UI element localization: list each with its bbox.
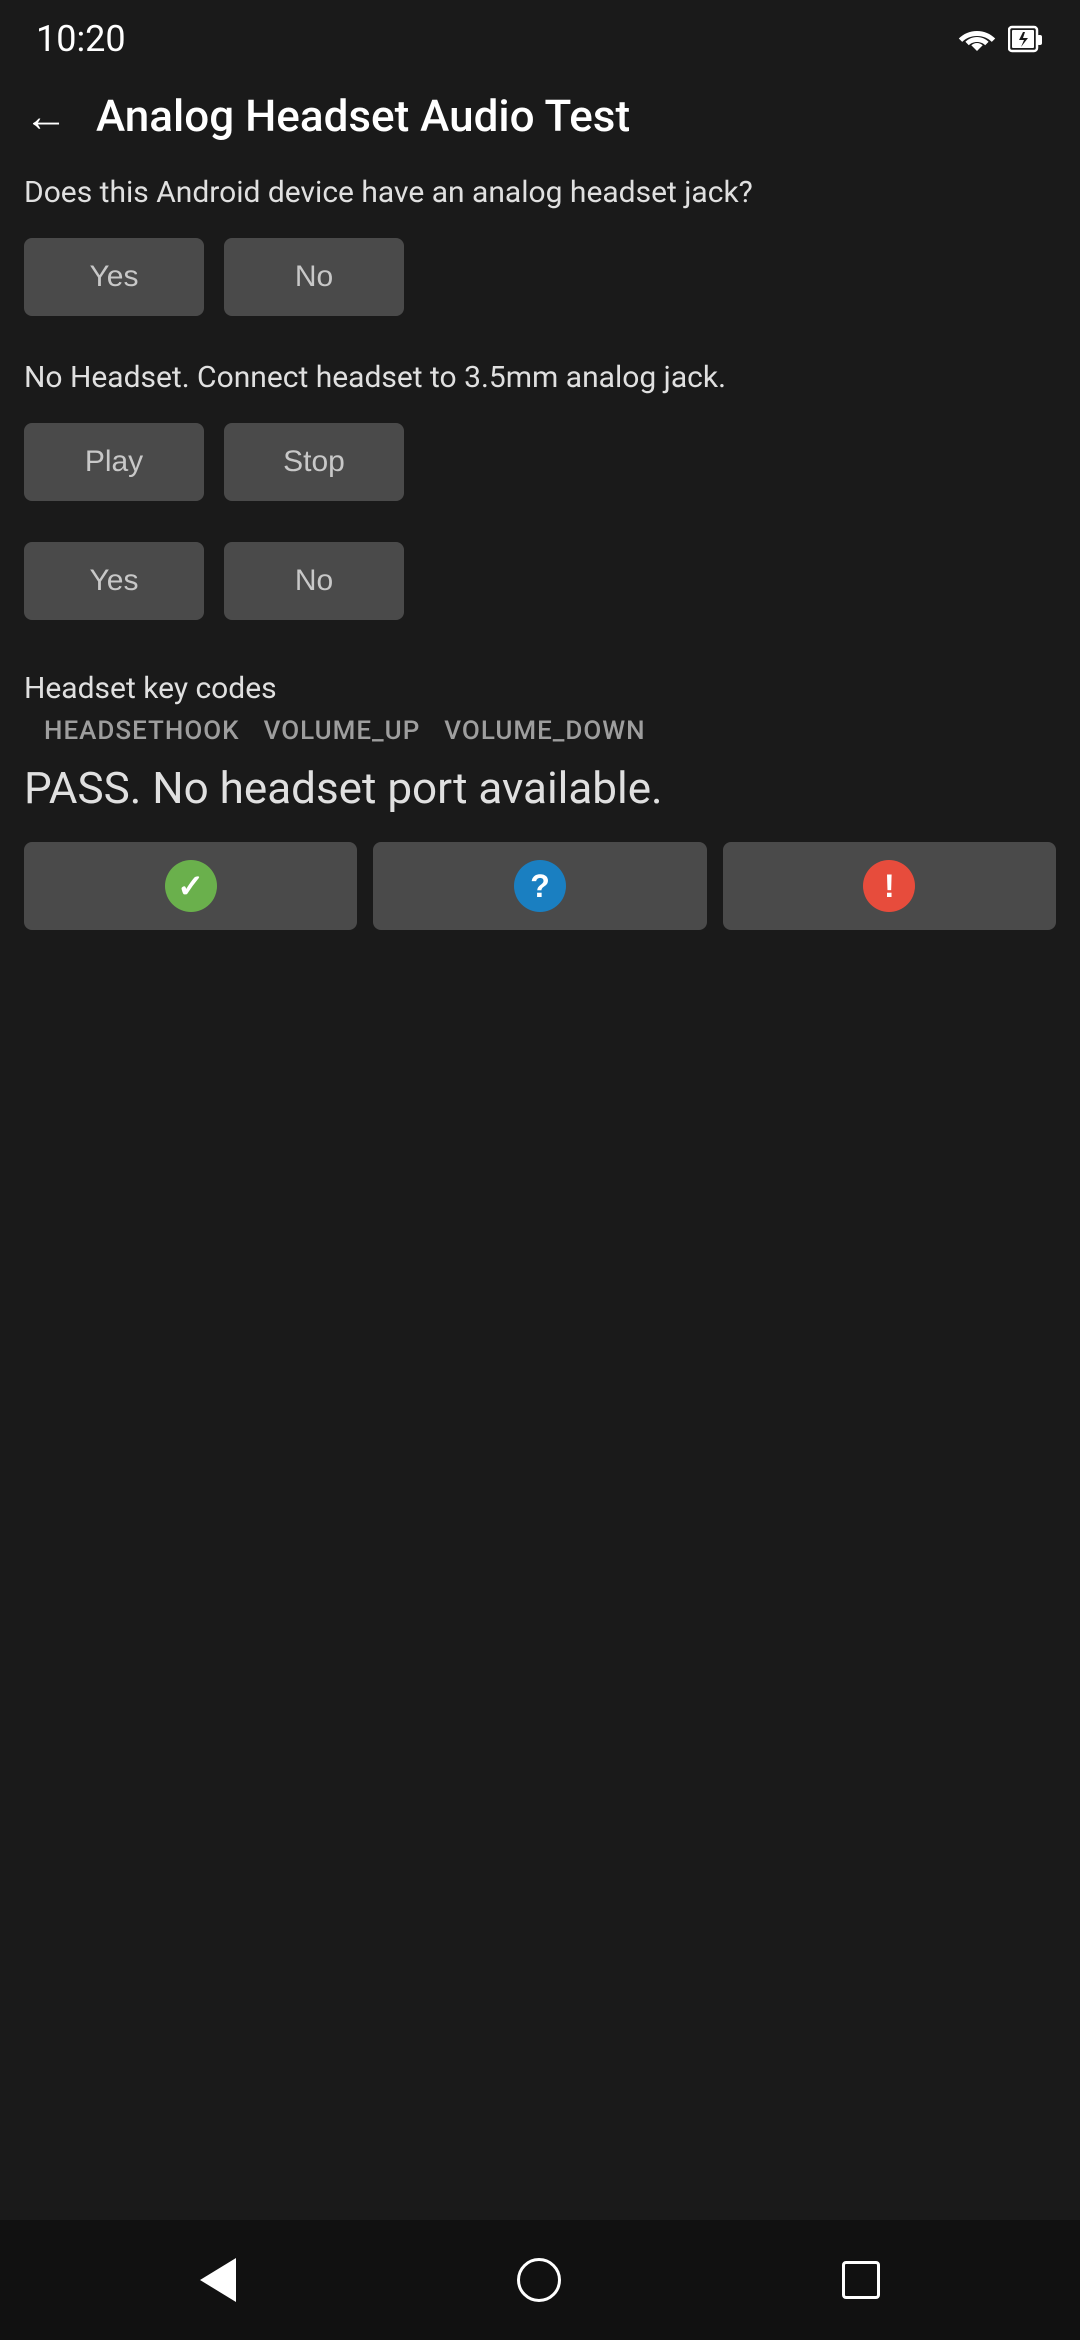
back-triangle-icon [200,2258,236,2302]
stop-button[interactable]: Stop [224,423,404,501]
headset-key-codes-label: Headset key codes [24,671,1056,706]
headset-yes-button[interactable]: Yes [24,238,204,316]
headset-no-button[interactable]: No [224,238,404,316]
recents-square-icon [842,2261,880,2299]
confirm-no-button[interactable]: No [224,542,404,620]
page-title: Analog Headset Audio Test [96,90,630,142]
key-code-headsethook: HEADSETHOOK [44,716,240,746]
info-icon: ? [514,860,566,912]
key-code-volume-down: VOLUME_DOWN [444,716,645,746]
status-icons [958,23,1044,55]
headset-jack-buttons: Yes No [24,238,1056,316]
pass-icon: ✓ [165,860,217,912]
result-fail-button[interactable]: ! [723,842,1056,930]
confirm-yes-button[interactable]: Yes [24,542,204,620]
key-codes-row: HEADSETHOOK VOLUME_UP VOLUME_DOWN [24,716,1056,746]
result-buttons-row: ✓ ? ! [24,842,1056,930]
result-pass-button[interactable]: ✓ [24,842,357,930]
headset-jack-question: Does this Android device have an analog … [24,172,1056,214]
back-button[interactable]: ← [24,94,68,138]
status-time: 10:20 [36,18,126,60]
toolbar: ← Analog Headset Audio Test [0,70,1080,162]
headset-connect-info: No Headset. Connect headset to 3.5mm ana… [24,357,1056,399]
nav-recents-button[interactable] [842,2261,880,2299]
fail-icon: ! [863,860,915,912]
home-circle-icon [517,2258,561,2302]
nav-back-button[interactable] [200,2258,236,2302]
play-button[interactable]: Play [24,423,204,501]
battery-icon [1008,23,1044,55]
wifi-icon [958,25,996,53]
pass-text: PASS. No headset port available. [24,762,1056,814]
main-content: Does this Android device have an analog … [0,162,1080,2220]
confirm-buttons: Yes No [24,542,1056,620]
key-code-volume-up: VOLUME_UP [264,716,421,746]
status-bar: 10:20 [0,0,1080,70]
nav-bar [0,2220,1080,2340]
play-stop-buttons: Play Stop [24,423,1056,501]
nav-home-button[interactable] [517,2258,561,2302]
result-info-button[interactable]: ? [373,842,706,930]
